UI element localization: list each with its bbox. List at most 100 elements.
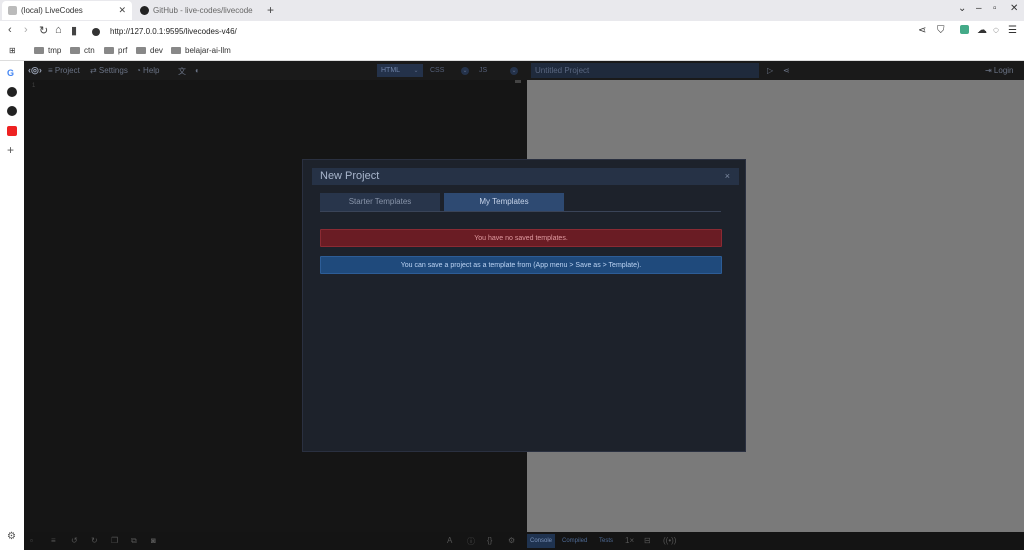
copy-icon[interactable]: ❐ <box>111 536 118 545</box>
puzzle-icon[interactable]: ◌ <box>993 25 999 36</box>
reload-icon[interactable]: ↻ <box>39 24 48 37</box>
camera-icon[interactable]: ◙ <box>151 536 156 545</box>
bookmark-folder-prf[interactable]: prf <box>104 46 127 55</box>
chevron-down-icon[interactable]: ⌄ <box>510 67 518 75</box>
browser-tab-github[interactable]: GitHub - live-codes/livecodes <box>134 1 262 20</box>
editor-toolbar: ‹◎› ≡ Project ⇄ Settings ◔ Help 文 ◐ HTML… <box>24 61 527 80</box>
google-icon[interactable]: G <box>7 68 17 78</box>
bookmark-icon[interactable]: ▮ <box>71 24 77 37</box>
bookmark-label: prf <box>118 46 128 55</box>
tests-tab[interactable]: Tests <box>596 534 616 548</box>
extension-icon[interactable] <box>960 25 969 34</box>
fonts-icon[interactable]: A <box>447 536 452 545</box>
livecodes-favicon-icon <box>8 6 17 15</box>
folder-icon <box>34 47 44 54</box>
shield-icon[interactable]: ⛉ <box>937 25 945 36</box>
zoom-button[interactable]: 1× <box>625 536 634 545</box>
sidebar-app-icon[interactable] <box>7 87 17 97</box>
bookmark-folder-belajar[interactable]: belajar-ai-llm <box>171 46 231 55</box>
address-bar[interactable]: http://127.0.0.1:9595/livecodes-v46/ <box>88 23 908 40</box>
tab-divider <box>320 211 721 212</box>
editor-tab-label: CSS <box>430 67 445 74</box>
save-template-hint: You can save a project as a template fro… <box>320 256 722 274</box>
editor-tab-label: JS <box>479 67 488 74</box>
modal-title: New Project <box>320 170 380 182</box>
theme-toggle-icon[interactable]: ◐ <box>195 66 200 75</box>
settings-menu-button[interactable]: ⇄ Settings <box>90 66 128 75</box>
bookmarks-bar: ⊞ tmp ctn prf dev belajar-ai-llm <box>0 42 1024 61</box>
tab-starter-templates[interactable]: Starter Templates <box>320 193 440 211</box>
no-templates-alert: You have no saved templates. <box>320 229 722 247</box>
chevron-down-icon[interactable]: ⌄ <box>461 67 469 75</box>
site-info-icon[interactable] <box>92 27 100 36</box>
tab-list-chevron-icon[interactable]: ⌄ <box>958 3 966 14</box>
redo-icon[interactable]: ↻ <box>91 536 98 545</box>
livecodes-logo-icon[interactable]: ‹◎› <box>28 65 42 76</box>
editor-tab-html[interactable]: HTML ⌄ <box>377 64 423 77</box>
menu-icon[interactable]: ☰ <box>1008 25 1017 36</box>
browser-sidebar: G + ⚙ <box>0 61 24 550</box>
youtube-icon[interactable] <box>7 126 17 136</box>
format-icon[interactable]: ≡ <box>51 536 56 545</box>
back-icon[interactable]: ‹ <box>8 24 12 36</box>
restore-icon[interactable]: ▫ <box>993 3 997 14</box>
broadcast-icon[interactable]: ((•)) <box>663 536 676 545</box>
share-icon[interactable]: ⋖ <box>918 25 926 36</box>
login-button[interactable]: ⇥ Login <box>985 66 1014 75</box>
window-close-icon[interactable]: ✕ <box>1010 3 1018 14</box>
info-icon[interactable]: ⓘ <box>467 536 475 547</box>
tab-label: (local) LiveCodes <box>21 6 83 15</box>
project-menu-button[interactable]: ≡ Project <box>48 66 80 75</box>
folder-icon <box>70 47 80 54</box>
close-icon[interactable]: × <box>725 171 730 181</box>
folder-icon <box>136 47 146 54</box>
home-icon[interactable]: ⌂ <box>55 24 62 36</box>
settings-gear-icon[interactable]: ⚙ <box>7 531 17 542</box>
help-menu-button[interactable]: ◔ Help <box>136 66 160 75</box>
project-title[interactable]: Untitled Project <box>531 63 759 78</box>
browser-tab-livecodes[interactable]: (local) LiveCodes ✕ <box>2 1 132 20</box>
tab-my-templates[interactable]: My Templates <box>444 193 564 211</box>
chevron-down-icon[interactable]: ⌄ <box>412 67 420 75</box>
delete-icon[interactable]: ⊟ <box>644 536 651 545</box>
forward-icon[interactable]: › <box>24 24 28 36</box>
sidebar-app-icon[interactable] <box>7 106 17 116</box>
undo-icon[interactable]: ↺ <box>71 536 78 545</box>
compiled-tab[interactable]: Compiled <box>559 534 590 548</box>
apps-grid-icon[interactable]: ⊞ <box>9 46 16 55</box>
bookmark-label: dev <box>150 46 163 55</box>
bookmark-folder-tmp[interactable]: tmp <box>34 46 61 55</box>
gear-icon[interactable]: ⚙ <box>508 536 515 545</box>
console-tab[interactable]: Console <box>527 534 556 548</box>
bookmark-folder-dev[interactable]: dev <box>136 46 163 55</box>
new-tab-button[interactable]: + <box>267 3 274 17</box>
line-number: 1 <box>32 83 36 89</box>
browser-tab-bar: (local) LiveCodes ✕ GitHub - live-codes/… <box>0 0 1024 21</box>
cloud-icon[interactable]: ☁ <box>977 25 987 36</box>
editor-tab-label: HTML <box>381 67 401 74</box>
new-project-modal: New Project × Starter Templates My Templ… <box>302 159 746 452</box>
editor-scrollbar[interactable] <box>515 80 521 83</box>
tab-close-icon[interactable]: ✕ <box>118 5 126 16</box>
minimize-icon[interactable]: – <box>976 3 982 14</box>
editor-tab-js[interactable]: JS ⌄ <box>475 64 521 77</box>
bookmark-label: ctn <box>84 46 95 55</box>
external-resources-icon[interactable]: ⧉ <box>131 536 137 546</box>
sidebar-toggle-icon[interactable]: ▫ <box>30 536 33 545</box>
modal-header: New Project × <box>312 168 739 185</box>
github-icon <box>140 6 149 15</box>
folder-icon <box>104 47 114 54</box>
translate-icon[interactable]: 文 <box>178 66 186 77</box>
braces-icon[interactable]: {} <box>487 536 492 545</box>
run-icon[interactable]: ▷ <box>767 66 773 75</box>
bookmark-label: belajar-ai-llm <box>185 46 231 55</box>
add-sidebar-icon[interactable]: + <box>7 143 17 157</box>
bookmark-folder-ctn[interactable]: ctn <box>70 46 95 55</box>
folder-icon <box>171 47 181 54</box>
tab-label: GitHub - live-codes/livecodes <box>153 6 253 15</box>
result-header: Untitled Project ▷ ⋖ ⇥ Login <box>527 61 1024 80</box>
status-bar: ▫ ≡ ↺ ↻ ❐ ⧉ ◙ A ⓘ {} ⚙ Console Compiled … <box>24 532 1024 550</box>
share-icon[interactable]: ⋖ <box>783 66 790 75</box>
bookmark-label: tmp <box>48 46 62 55</box>
editor-tab-css[interactable]: CSS ⌄ <box>426 64 472 77</box>
